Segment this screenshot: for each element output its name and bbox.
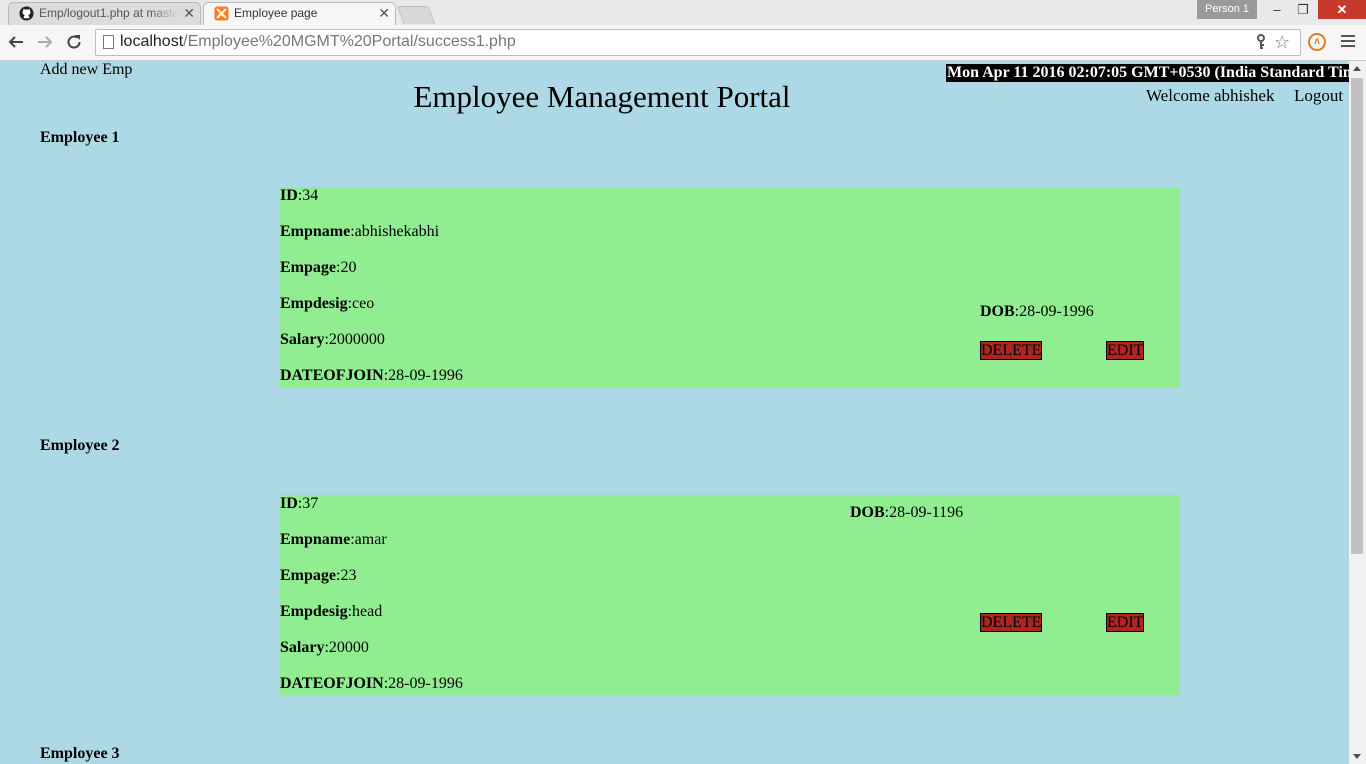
tab-title: Emp/logout1.php at master [39, 6, 179, 20]
field-empname: Empname:abhishekabhi [280, 223, 440, 240]
key-icon[interactable] [1256, 34, 1266, 50]
field-dob: DOB:28-09-1196 [850, 504, 964, 521]
restore-icon[interactable]: ❐ [1290, 0, 1316, 19]
logout-link[interactable]: Logout [1294, 86, 1343, 106]
extension-icon[interactable]: ʌ [1308, 33, 1326, 51]
close-window-icon[interactable]: ✕ [1318, 0, 1366, 19]
menu-icon[interactable] [1341, 35, 1355, 50]
browser-toolbar: localhost/Employee%20MGMT%20Portal/succe… [0, 25, 1366, 61]
page-icon [103, 35, 114, 49]
add-new-emp-link[interactable]: Add new Emp [40, 61, 132, 79]
edit-button[interactable]: EDIT [1106, 613, 1145, 632]
field-salary: Salary:2000000 [280, 331, 385, 348]
employee-card: ID:37 Empname:amar Empage:23 Empdesig:he… [280, 495, 1180, 695]
vertical-scrollbar[interactable] [1349, 61, 1366, 764]
scroll-up-icon[interactable] [1353, 66, 1361, 71]
close-tab-icon[interactable]: ✕ [183, 5, 195, 22]
field-id: ID:34 [280, 187, 319, 204]
field-dateofjoin: DATEOFJOIN:28-09-1996 [280, 367, 463, 384]
field-id: ID:37 [280, 495, 319, 512]
page-title: Employee Management Portal [413, 79, 791, 114]
employee-heading: Employee 3 [40, 745, 120, 762]
delete-button[interactable]: DELETE [980, 341, 1043, 360]
employee-heading: Employee 1 [40, 129, 120, 146]
employee-card: ID:34 Empname:abhishekabhi Empage:20 Emp… [280, 187, 1180, 387]
minimize-icon[interactable]: – [1264, 0, 1290, 19]
field-empdesig: Empdesig:ceo [280, 295, 375, 312]
xampp-icon [214, 6, 229, 21]
scroll-down-icon[interactable] [1353, 754, 1361, 759]
field-empage: Empage:23 [280, 567, 357, 584]
tab-strip: Emp/logout1.php at master ✕ Employee pag… [0, 0, 1366, 25]
forward-icon[interactable] [35, 32, 55, 52]
field-empage: Empage:20 [280, 259, 357, 276]
url-path: /Employee%20MGMT%20Portal/success1.php [183, 33, 516, 50]
scrollbar-thumb[interactable] [1351, 78, 1363, 554]
tab-github[interactable]: Emp/logout1.php at master ✕ [8, 2, 201, 25]
field-empdesig: Empdesig:head [280, 603, 383, 620]
reload-icon[interactable] [64, 32, 84, 52]
page-viewport: Add new Emp Mon Apr 11 2016 02:07:05 GMT… [0, 61, 1349, 764]
tab-title: Employee page [234, 6, 318, 20]
edit-button[interactable]: EDIT [1106, 341, 1145, 360]
tab-employee-page[interactable]: Employee page ✕ [203, 2, 396, 25]
field-dob: DOB:28-09-1996 [980, 303, 1094, 320]
profile-button[interactable]: Person 1 [1197, 0, 1257, 19]
back-icon[interactable] [6, 32, 26, 52]
new-tab-button[interactable] [396, 6, 436, 24]
delete-button[interactable]: DELETE [980, 613, 1043, 632]
employee-heading: Employee 2 [40, 437, 120, 454]
field-salary: Salary:20000 [280, 639, 369, 656]
field-empname: Empname:amar [280, 531, 387, 548]
github-icon [19, 6, 34, 21]
close-tab-icon[interactable]: ✕ [378, 5, 390, 22]
welcome-text: Welcome abhishek [1146, 86, 1275, 105]
field-dateofjoin: DATEOFJOIN:28-09-1996 [280, 675, 463, 692]
bookmark-star-icon[interactable]: ☆ [1274, 32, 1290, 53]
address-bar[interactable]: localhost/Employee%20MGMT%20Portal/succe… [95, 29, 1301, 56]
url-host: localhost [120, 33, 184, 50]
